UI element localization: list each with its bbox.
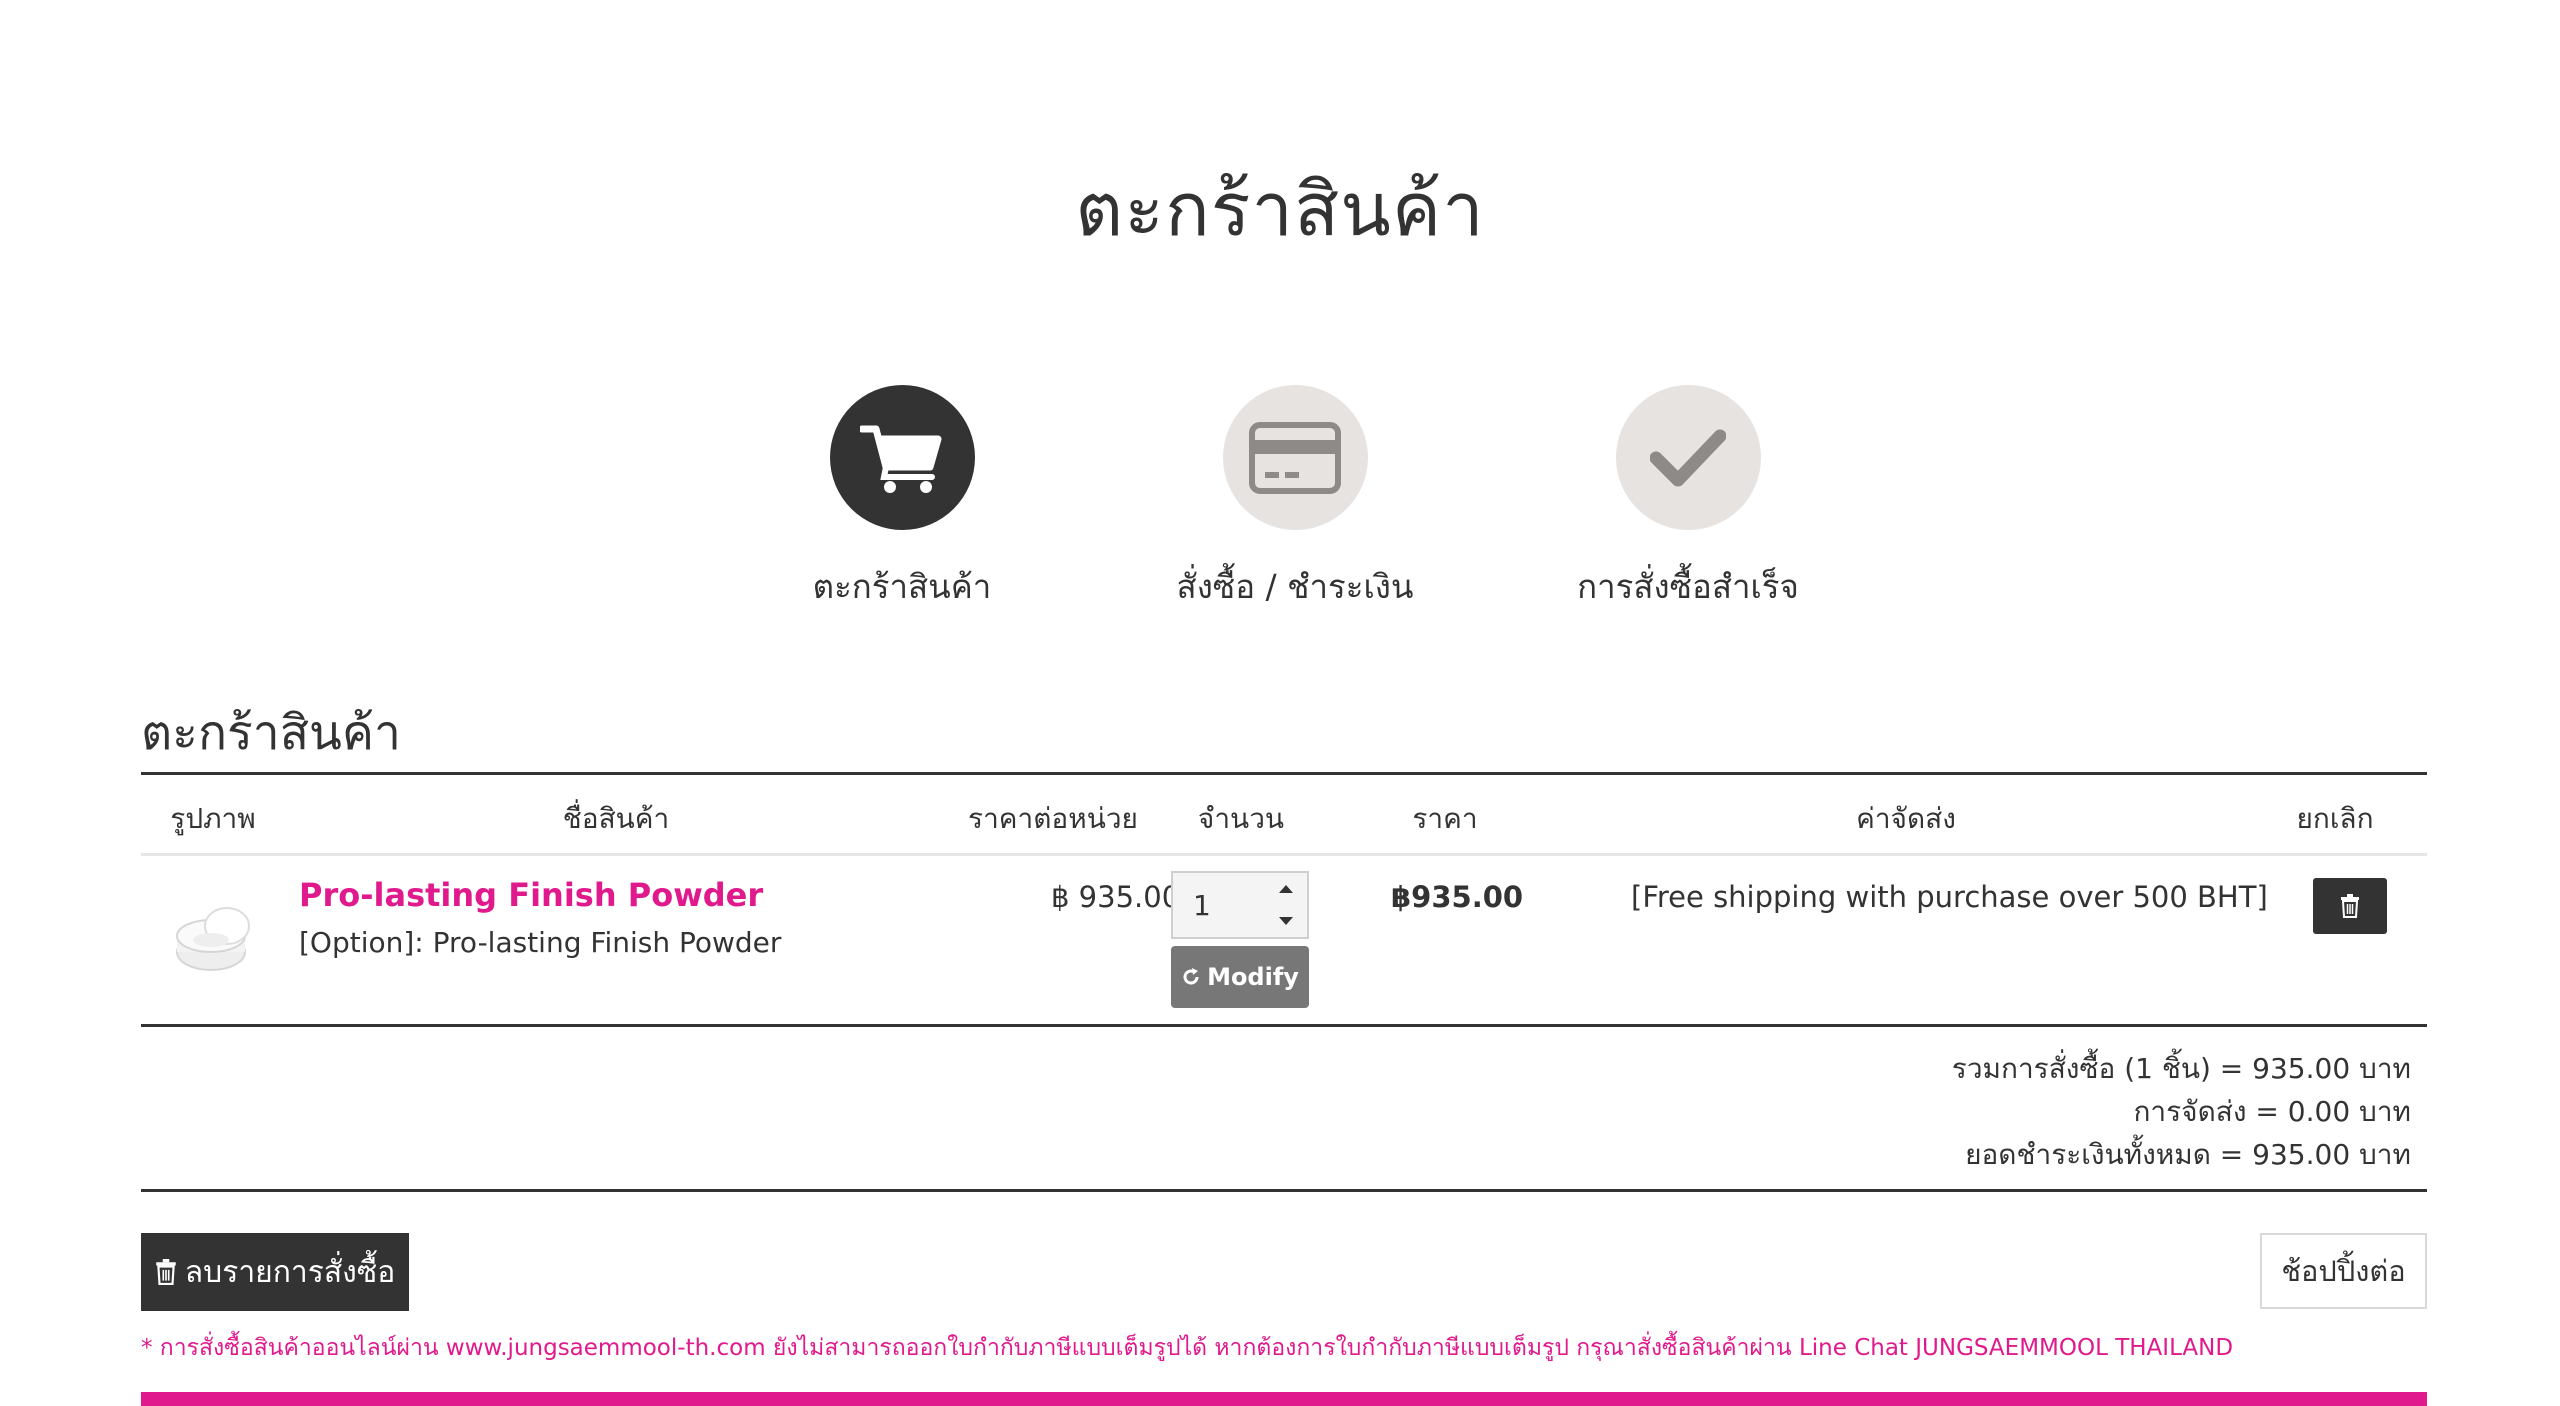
step-payment-label: สั่งซื้อ / ชำระเงิน [1176, 567, 1414, 606]
col-image: รูปภาพ [170, 802, 256, 835]
trash-icon [156, 1259, 176, 1285]
quantity-stepper[interactable]: 1 [1171, 871, 1309, 939]
quantity-decrease-button[interactable] [1265, 905, 1307, 937]
tax-invoice-notice: * การสั่งซื้อสินค้าออนไลน์ผ่าน www.jungs… [141, 1335, 2234, 1361]
clear-cart-label: ลบรายการสั่งซื้อ [184, 1254, 396, 1290]
product-thumbnail[interactable] [171, 896, 255, 980]
step-payment-circle [1222, 385, 1368, 530]
shipping-note: [Free shipping with purchase over 500 BH… [1631, 880, 2268, 914]
col-shipping: ค่าจัดส่ง [1856, 802, 1956, 835]
col-quantity: จำนวน [1197, 802, 1285, 835]
summary-shipping: การจัดส่ง = 0.00 บาท [2133, 1095, 2411, 1128]
summary-total: ยอดชำระเงินทั้งหมด = 935.00 บาท [1965, 1138, 2411, 1171]
step-complete-label: การสั่งซื้อสำเร็จ [1577, 567, 1799, 606]
unit-price: ฿ 935.00 [1051, 880, 1181, 914]
col-cancel: ยกเลิก [2296, 802, 2374, 835]
table-header: รูปภาพ ชื่อสินค้า ราคาต่อหน่วย จำนวน ราค… [141, 775, 2427, 853]
trash-icon [2341, 894, 2359, 918]
line-price: ฿935.00 [1391, 880, 1524, 914]
footer-accent-bar [141, 1392, 2427, 1406]
modify-button-label: Modify [1207, 963, 1299, 991]
caret-down-icon [1279, 917, 1293, 925]
clear-cart-button[interactable]: ลบรายการสั่งซื้อ [141, 1233, 409, 1311]
col-price: ราคา [1412, 802, 1478, 835]
credit-card-icon [1249, 421, 1341, 494]
cart-section-title: ตะกร้าสินค้า [141, 705, 401, 761]
delete-item-button[interactable] [2313, 878, 2387, 934]
summary-bottom-rule [141, 1189, 2427, 1192]
step-payment: สั่งซื้อ / ชำระเงิน [1095, 385, 1495, 613]
step-cart-circle [829, 385, 975, 530]
check-icon [1650, 429, 1726, 486]
modify-button[interactable]: Modify [1171, 946, 1309, 1008]
step-cart: ตะกร้าสินค้า [702, 385, 1102, 613]
quantity-input[interactable]: 1 [1173, 873, 1265, 937]
cart-icon [860, 425, 942, 493]
step-complete-circle [1615, 385, 1761, 530]
refresh-icon [1183, 968, 1199, 985]
caret-up-icon [1279, 885, 1293, 893]
summary-subtotal: รวมการสั่งซื้อ (1 ชิ้น) = 935.00 บาท [1951, 1052, 2411, 1085]
quantity-increase-button[interactable] [1265, 873, 1307, 905]
col-unit-price: ราคาต่อหน่วย [968, 802, 1138, 835]
col-product-name: ชื่อสินค้า [562, 802, 670, 835]
step-cart-label: ตะกร้าสินค้า [812, 567, 992, 606]
checkout-steps: ตะกร้าสินค้า สั่งซื้อ / ชำระเงิน การสั่ง… [0, 385, 2560, 606]
product-option: [Option]: Pro-lasting Finish Powder [299, 926, 782, 959]
cart-table: รูปภาพ ชื่อสินค้า ราคาต่อหน่วย จำนวน ราค… [141, 772, 2427, 1192]
continue-shopping-button[interactable]: ช้อปปิ้งต่อ [2260, 1233, 2427, 1309]
step-complete: การสั่งซื้อสำเร็จ [1488, 385, 1888, 613]
table-row: Pro-lasting Finish Powder [Option]: Pro-… [141, 856, 2427, 1024]
page-title: ตะกร้าสินค้า [1075, 167, 1485, 253]
product-name-link[interactable]: Pro-lasting Finish Powder [299, 876, 763, 914]
order-summary: รวมการสั่งซื้อ (1 ชิ้น) = 935.00 บาท การ… [141, 1027, 2427, 1189]
